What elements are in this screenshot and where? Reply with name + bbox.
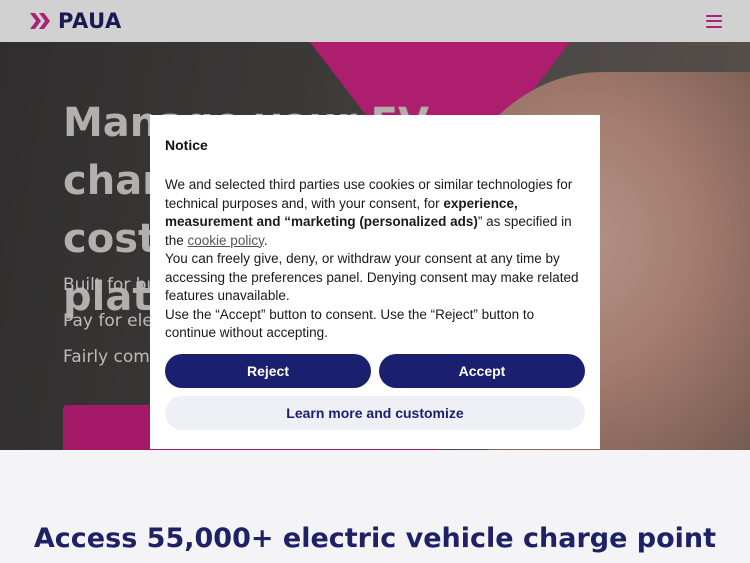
learn-more-button[interactable]: Learn more and customize [165, 396, 585, 430]
dialog-title: Notice [165, 137, 208, 153]
dialog-paragraph-3: Use the “Accept” button to consent. Use … [165, 306, 535, 341]
dialog-button-row: Reject Accept [165, 354, 585, 388]
dialog-body: We and selected third parties use cookie… [165, 176, 585, 343]
cookie-policy-link[interactable]: cookie policy [188, 233, 264, 248]
accept-button[interactable]: Accept [379, 354, 585, 388]
dialog-text-3: . [263, 232, 268, 248]
dialog-paragraph-2: You can freely give, deny, or withdraw y… [165, 251, 579, 303]
section-heading: Access 55,000+ electric vehicle charge p… [33, 523, 717, 554]
reject-button[interactable]: Reject [165, 354, 371, 388]
cookie-consent-dialog: Notice We and selected third parties use… [150, 115, 600, 449]
